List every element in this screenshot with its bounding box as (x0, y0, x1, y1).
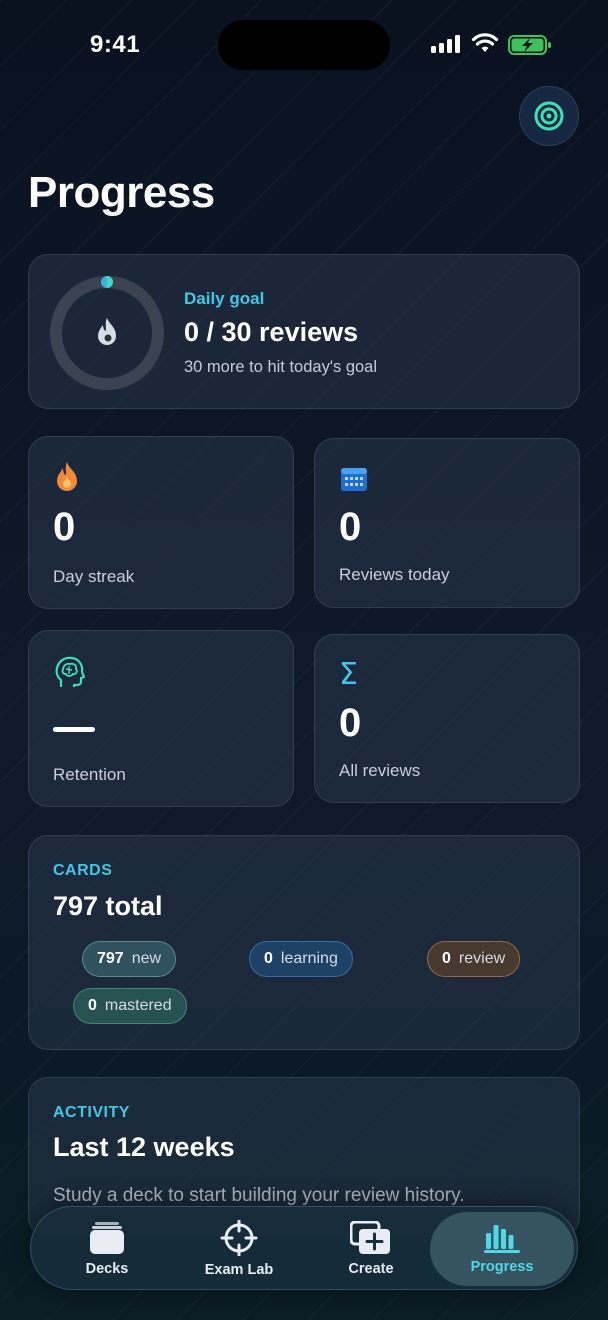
flame-icon (98, 318, 116, 345)
stat-label: Reviews today (339, 565, 450, 584)
section-label: ACTIVITY (53, 1104, 130, 1121)
activity-empty-hint: Study a deck to start building your revi… (53, 1185, 465, 1206)
stat-label: Retention (53, 765, 126, 784)
stat-label: Day streak (53, 567, 135, 586)
pill-new[interactable]: 797 new (82, 941, 177, 977)
activity-title: Last 12 weeks (53, 1132, 235, 1162)
tab-label: Progress (470, 1259, 534, 1275)
daily-goal-label: Daily goal (184, 289, 265, 308)
tab-label: Create (348, 1261, 394, 1277)
target-icon (534, 101, 564, 131)
stat-card-retention[interactable]: Retention (28, 630, 294, 807)
stat-value: 0 (53, 505, 76, 549)
daily-goal-card[interactable]: Daily goal 0 / 30 reviews 30 more to hit… (28, 254, 580, 409)
stat-card-all-reviews[interactable]: Σ 0 All reviews (314, 634, 580, 803)
page-title: Progress (28, 168, 215, 217)
tab-progress[interactable]: Progress (430, 1212, 574, 1286)
battery-charging-icon (508, 35, 551, 55)
brain-head-icon (55, 656, 85, 687)
calendar-icon (341, 468, 367, 491)
tab-exam-lab[interactable]: Exam Lab (173, 1207, 305, 1291)
stat-card-reviews-today[interactable]: 0 Reviews today (314, 438, 580, 608)
cellular-signal-icon (431, 34, 460, 53)
pill-review[interactable]: 0 review (427, 941, 521, 977)
pill-label: mastered (104, 997, 172, 1014)
create-icon (350, 1221, 390, 1254)
flame-icon (57, 462, 77, 491)
pill-label: learning (280, 950, 338, 967)
pill-count: 797 (97, 950, 124, 967)
sigma-icon: Σ (339, 657, 358, 692)
bar-chart-icon (484, 1225, 520, 1253)
tab-label: Exam Lab (204, 1262, 274, 1278)
tab-label: Decks (85, 1261, 129, 1277)
pill-label: new (131, 950, 162, 967)
pill-count: 0 (264, 950, 273, 967)
tab-create[interactable]: Create (305, 1207, 437, 1291)
cards-total: 797 total (53, 891, 163, 921)
tab-decks[interactable]: Decks (41, 1207, 173, 1291)
wifi-icon (471, 33, 499, 52)
pill-mastered[interactable]: 0 mastered (73, 988, 187, 1024)
pill-label: review (458, 950, 506, 967)
section-label: CARDS (53, 862, 113, 879)
stat-label: All reviews (339, 761, 421, 780)
status-bar: 9:41 (0, 0, 608, 90)
retention-empty-dash (53, 727, 95, 732)
tab-bar: Decks Exam Lab Create Progress (30, 1206, 578, 1290)
stat-value: 0 (339, 701, 362, 745)
pill-count: 0 (88, 997, 97, 1014)
pill-learning[interactable]: 0 learning (249, 941, 353, 977)
decks-icon (90, 1222, 124, 1254)
pill-count: 0 (442, 950, 451, 967)
daily-goal-value: 0 / 30 reviews (184, 317, 359, 347)
dynamic-island (218, 20, 390, 70)
cards-summary-card: CARDS 797 total 797 new 0 learning 0 rev… (28, 835, 580, 1050)
goal-target-button[interactable] (519, 86, 579, 146)
status-time: 9:41 (90, 31, 141, 58)
stat-card-day-streak[interactable]: 0 Day streak (28, 436, 294, 609)
stat-value: 0 (339, 505, 362, 549)
daily-goal-subtitle: 30 more to hit today's goal (184, 358, 378, 376)
crosshair-icon (220, 1220, 258, 1256)
